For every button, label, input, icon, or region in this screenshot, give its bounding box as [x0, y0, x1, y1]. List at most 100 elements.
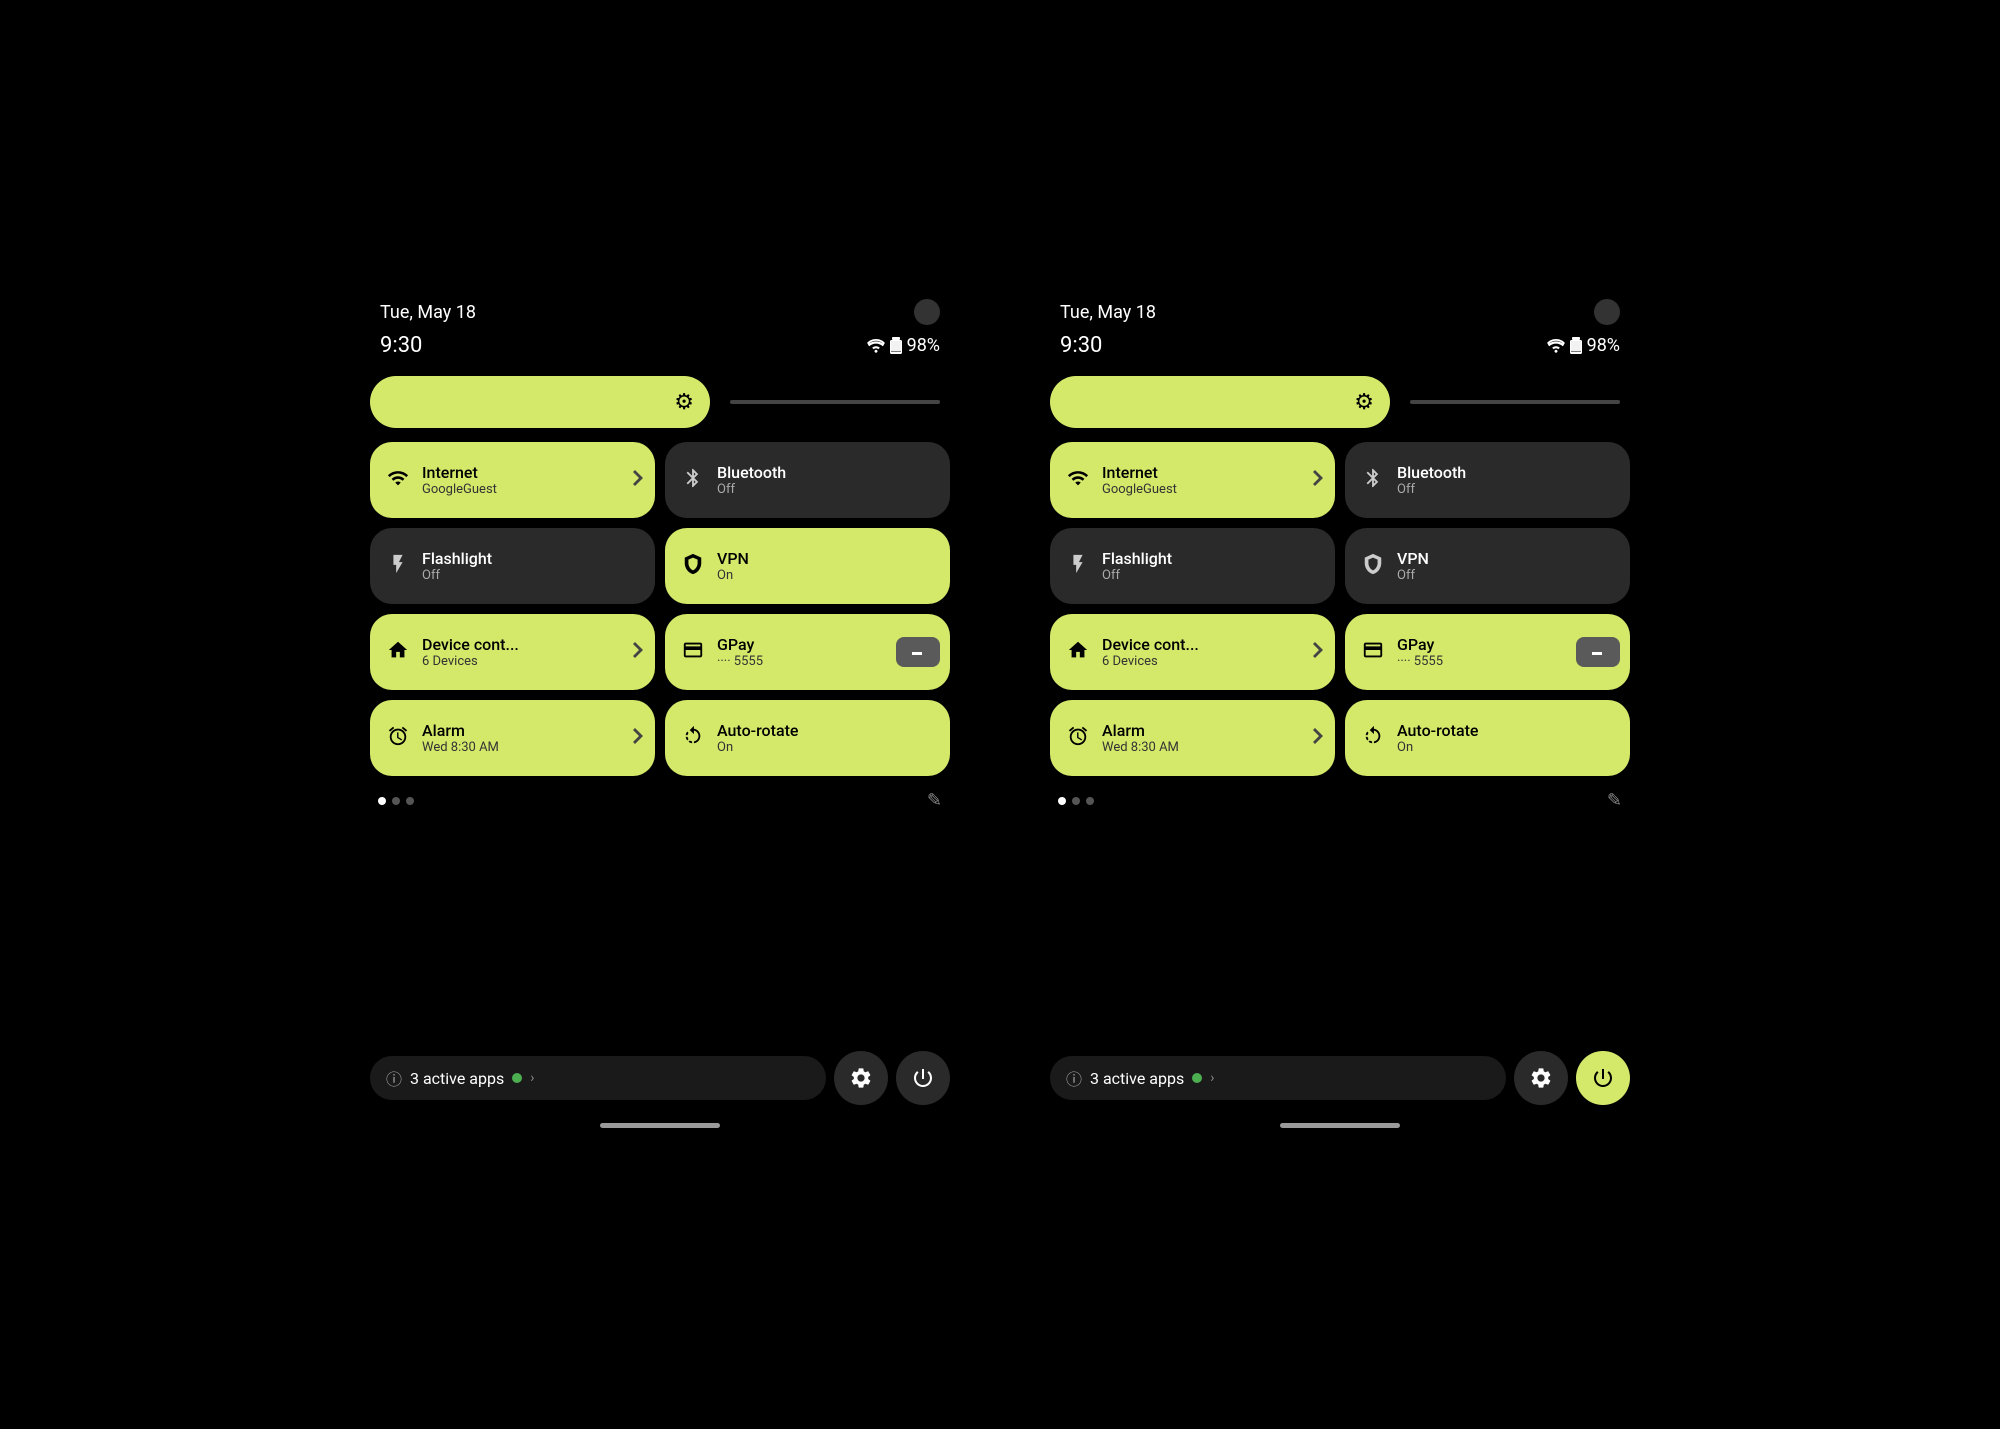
internet-icon: [1066, 467, 1090, 494]
bluetooth-subtitle: Off: [717, 482, 786, 498]
pill-arrow: ›: [530, 1070, 534, 1086]
battery-status-icon: [889, 337, 903, 355]
brightness-pill[interactable]: ⚙: [1050, 376, 1390, 428]
device-control-icon: [386, 639, 410, 666]
device-control-title: Device cont...: [422, 635, 519, 654]
alarm-subtitle: Wed 8:30 AM: [1102, 740, 1179, 756]
bluetooth-info: Bluetooth Off: [717, 463, 786, 498]
device-control-subtitle: 6 Devices: [422, 654, 519, 670]
gpay-info: GPay ···· 5555: [1397, 635, 1443, 670]
tile-gpay[interactable]: GPay ···· 5555 ▬: [1345, 614, 1630, 690]
brightness-row[interactable]: ⚙: [370, 376, 950, 428]
battery-status-icon: [1569, 337, 1583, 355]
brightness-track[interactable]: [730, 400, 940, 404]
alarm-icon: [1066, 725, 1090, 752]
tile-flashlight[interactable]: Flashlight Off: [1050, 528, 1335, 604]
bluetooth-subtitle: Off: [1397, 482, 1466, 498]
vpn-subtitle: On: [717, 568, 749, 584]
green-dot: [512, 1073, 522, 1083]
home-indicator: [600, 1123, 720, 1128]
device-control-arrow: [633, 642, 643, 662]
tile-bluetooth[interactable]: Bluetooth Off: [665, 442, 950, 518]
status-row: 9:30 98%: [1050, 333, 1630, 358]
alarm-arrow: [633, 728, 643, 748]
pagination-dots: [1058, 797, 1094, 805]
autorotate-subtitle: On: [1397, 740, 1478, 756]
vpn-icon: [681, 553, 705, 580]
internet-title: Internet: [422, 463, 497, 482]
gpay-card: ▬: [1576, 637, 1620, 667]
device-control-info: Device cont... 6 Devices: [422, 635, 519, 670]
gpay-card: ▬: [896, 637, 940, 667]
gpay-icon: [1361, 639, 1385, 666]
pagination-row: ✎: [370, 790, 950, 811]
dot-2[interactable]: [1072, 797, 1080, 805]
tiles-grid: Internet GoogleGuest Bluetooth Off Flash…: [370, 442, 950, 776]
vpn-title: VPN: [717, 549, 749, 568]
gpay-subtitle: ···· 5555: [717, 654, 763, 670]
device-control-arrow: [1313, 642, 1323, 662]
power-button[interactable]: [896, 1051, 950, 1105]
brightness-pill[interactable]: ⚙: [370, 376, 710, 428]
settings-icon: [849, 1066, 873, 1090]
dot-1[interactable]: [1058, 797, 1066, 805]
brightness-row[interactable]: ⚙: [1050, 376, 1630, 428]
vpn-info: VPN On: [717, 549, 749, 584]
tile-device-control[interactable]: Device cont... 6 Devices: [1050, 614, 1335, 690]
dot-1[interactable]: [378, 797, 386, 805]
edit-icon[interactable]: ✎: [1607, 790, 1622, 811]
card-chip: ▬: [912, 647, 924, 658]
tile-alarm[interactable]: Alarm Wed 8:30 AM: [370, 700, 655, 776]
wifi-status-icon: [1547, 339, 1565, 353]
settings-button[interactable]: [1514, 1051, 1568, 1105]
tile-internet[interactable]: Internet GoogleGuest: [1050, 442, 1335, 518]
flashlight-icon: [1066, 553, 1090, 580]
brightness-icon: ⚙: [674, 390, 694, 415]
vpn-subtitle: Off: [1397, 568, 1429, 584]
power-button[interactable]: [1576, 1051, 1630, 1105]
device-control-subtitle: 6 Devices: [1102, 654, 1199, 670]
status-row: 9:30 98%: [370, 333, 950, 358]
info-icon: ⓘ: [386, 1066, 402, 1090]
tile-internet[interactable]: Internet GoogleGuest: [370, 442, 655, 518]
device-control-title: Device cont...: [1102, 635, 1199, 654]
autorotate-title: Auto-rotate: [1397, 721, 1478, 740]
status-bar: Tue, May 18: [370, 299, 950, 325]
alarm-subtitle: Wed 8:30 AM: [422, 740, 499, 756]
status-time: 9:30: [380, 333, 422, 358]
camera-pill: [1594, 299, 1620, 325]
active-apps-pill[interactable]: ⓘ 3 active apps ›: [370, 1056, 826, 1100]
tile-autorotate[interactable]: Auto-rotate On: [1345, 700, 1630, 776]
alarm-info: Alarm Wed 8:30 AM: [422, 721, 499, 756]
tile-vpn[interactable]: VPN On: [665, 528, 950, 604]
tile-bluetooth[interactable]: Bluetooth Off: [1345, 442, 1630, 518]
settings-button[interactable]: [834, 1051, 888, 1105]
autorotate-icon: [681, 725, 705, 752]
gpay-icon: [681, 639, 705, 666]
tile-device-control[interactable]: Device cont... 6 Devices: [370, 614, 655, 690]
internet-info: Internet GoogleGuest: [422, 463, 497, 498]
active-apps-text: 3 active apps: [410, 1069, 504, 1088]
status-bar: Tue, May 18: [1050, 299, 1630, 325]
device-control-info: Device cont... 6 Devices: [1102, 635, 1199, 670]
card-chip: ▬: [1592, 647, 1604, 658]
edit-icon[interactable]: ✎: [927, 790, 942, 811]
tile-flashlight[interactable]: Flashlight Off: [370, 528, 655, 604]
alarm-icon: [386, 725, 410, 752]
dot-3[interactable]: [1086, 797, 1094, 805]
tile-gpay[interactable]: GPay ···· 5555 ▬: [665, 614, 950, 690]
tile-autorotate[interactable]: Auto-rotate On: [665, 700, 950, 776]
dot-3[interactable]: [406, 797, 414, 805]
flashlight-info: Flashlight Off: [1102, 549, 1172, 584]
active-apps-pill[interactable]: ⓘ 3 active apps ›: [1050, 1056, 1506, 1100]
bluetooth-title: Bluetooth: [1397, 463, 1466, 482]
screen-right: Tue, May 18 9:30 98% ⚙ Internet GoogleGu…: [1030, 281, 1650, 1148]
autorotate-icon: [1361, 725, 1385, 752]
status-icons: 98%: [867, 335, 940, 356]
tile-alarm[interactable]: Alarm Wed 8:30 AM: [1050, 700, 1335, 776]
tile-vpn[interactable]: VPN Off: [1345, 528, 1630, 604]
brightness-icon: ⚙: [1354, 390, 1374, 415]
dot-2[interactable]: [392, 797, 400, 805]
brightness-track[interactable]: [1410, 400, 1620, 404]
bottom-bar: ⓘ 3 active apps ›: [1050, 1041, 1630, 1105]
